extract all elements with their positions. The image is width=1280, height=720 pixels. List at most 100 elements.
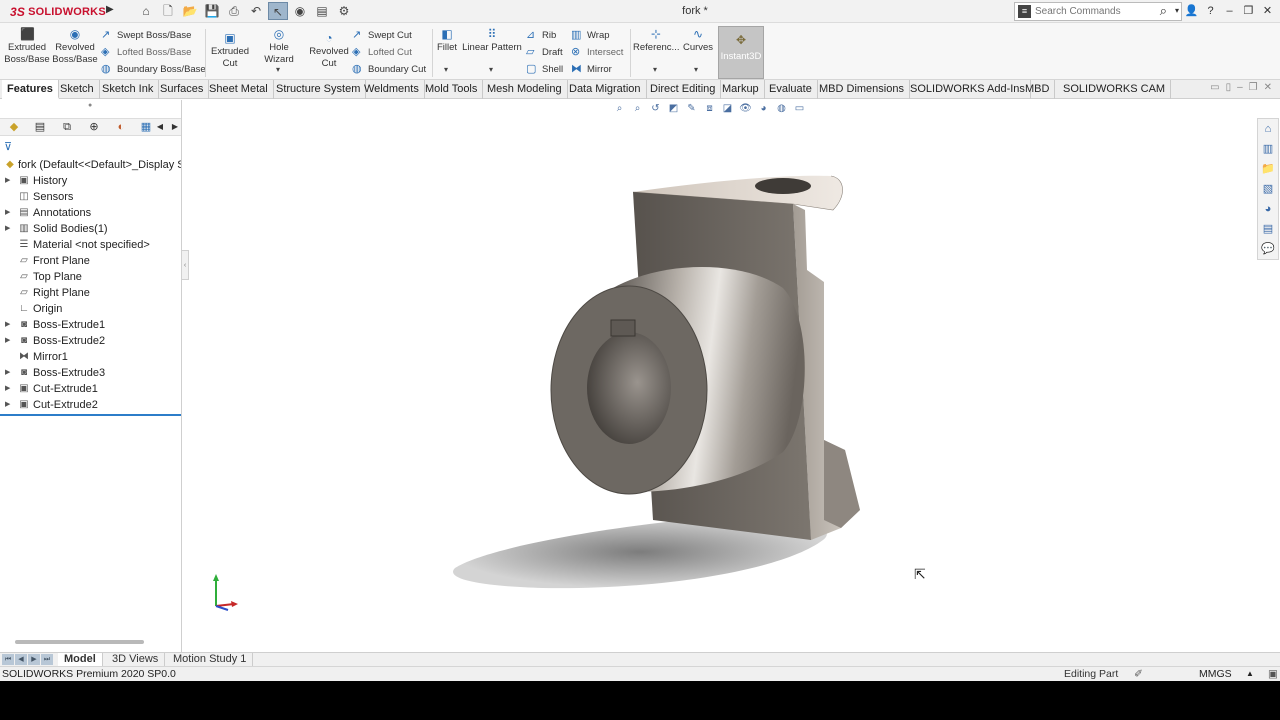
boundary-boss-button[interactable]: ◍ Boundary Boss/Base <box>101 61 206 78</box>
tree-item-front-plane[interactable]: ▱ Front Plane <box>0 253 181 269</box>
linear-pattern-button[interactable]: ⠿ Linear Pattern <box>462 27 522 54</box>
search-commands[interactable]: ≡ ⌕ ▾ <box>1014 2 1182 21</box>
mirror-button[interactable]: ⧓ Mirror <box>571 61 612 78</box>
instant3d-button[interactable]: ✥ Instant3D <box>718 26 764 79</box>
tab-sketch[interactable]: Sketch <box>55 80 100 99</box>
rollback-bar[interactable] <box>0 414 181 416</box>
tab-sketch-ink[interactable]: Sketch Ink <box>97 80 160 99</box>
rib-button[interactable]: ⊿ Rib <box>526 27 556 44</box>
appearances-icon[interactable]: ◕ <box>1258 199 1278 219</box>
view-palette-icon[interactable]: ▧ <box>1258 179 1278 199</box>
help-icon[interactable]: ? <box>1202 2 1219 20</box>
swept-cut-button[interactable]: ↗ Swept Cut <box>352 27 412 44</box>
tree-root-part[interactable]: ◆ fork (Default<<Default>_Display Sta <box>0 157 181 173</box>
rebuild-status-icon[interactable]: ✐ <box>1134 667 1143 681</box>
extruded-boss-button[interactable]: ⬛ Extruded Boss/Base <box>4 27 50 66</box>
expand-arrow-icon[interactable]: ▶ <box>5 365 10 381</box>
prev-tab-icon[interactable]: ◀ <box>15 654 27 665</box>
revolved-cut-button[interactable]: ◔ Revolved Cut <box>308 31 350 70</box>
edit-appearance-icon[interactable]: ◕ <box>755 101 772 116</box>
tree-item-right-plane[interactable]: ▱ Right Plane <box>0 285 181 301</box>
expand-arrow-icon[interactable]: ▶ <box>5 221 10 237</box>
restore-icon[interactable]: ❐ <box>1249 82 1258 93</box>
minimize-icon[interactable]: – <box>1221 2 1238 20</box>
tree-item-sensors[interactable]: ◫ Sensors <box>0 189 181 205</box>
hide-show-items-icon[interactable]: 👁 <box>737 101 754 116</box>
view-orientation-icon[interactable]: ⧈ <box>701 101 718 116</box>
configuration-manager-tab-icon[interactable]: ⧉ <box>58 119 76 135</box>
split-icon[interactable]: ▯ <box>1226 82 1232 93</box>
tree-item-cut-extrude1[interactable]: ▶ ▣ Cut-Extrude1 <box>0 381 181 397</box>
units-dropdown-icon[interactable]: ▲ <box>1246 667 1254 681</box>
display-style-icon[interactable]: ◪ <box>719 101 736 116</box>
tab-scroll-right-icon[interactable]: ▶ <box>166 119 184 135</box>
expand-arrow-icon[interactable]: ▶ <box>5 317 10 333</box>
search-source-icon[interactable]: ≡ <box>1018 5 1031 18</box>
reference-dropdown-icon[interactable]: ▾ <box>653 65 657 74</box>
bottom-tab-model[interactable]: Model <box>58 653 103 666</box>
hole-wizard-button[interactable]: ◎ Hole Wizard <box>254 27 304 66</box>
boundary-cut-button[interactable]: ◍ Boundary Cut <box>352 61 426 78</box>
bottom-tab-motion-study-1[interactable]: Motion Study 1 <box>167 653 254 666</box>
tree-item-history[interactable]: ▶ ▣ History <box>0 173 181 189</box>
dynamic-annotation-icon[interactable]: ✎ <box>683 101 700 116</box>
wrap-button[interactable]: ▥ Wrap <box>571 27 610 44</box>
revolved-boss-button[interactable]: ◉ Revolved Boss/Base <box>52 27 98 66</box>
zoom-to-fit-icon[interactable]: ⌕ <box>611 101 628 116</box>
tab-structure-system[interactable]: Structure System <box>271 80 367 99</box>
close-icon[interactable]: ✕ <box>1259 2 1276 20</box>
reference-geometry-button[interactable]: ⊹ Referenc... <box>633 27 679 54</box>
next-tab-icon[interactable]: ▶ <box>28 654 40 665</box>
tab-markup[interactable]: Markup <box>717 80 765 99</box>
dimxpert-manager-tab-icon[interactable]: ⊕ <box>85 119 103 135</box>
lofted-boss-button[interactable]: ◈ Lofted Boss/Base <box>101 44 191 61</box>
search-input[interactable] <box>1035 4 1155 19</box>
section-view-icon[interactable]: ◩ <box>665 101 682 116</box>
expand-arrow-icon[interactable]: ▶ <box>5 333 10 349</box>
tree-item-cut-extrude2[interactable]: ▶ ▣ Cut-Extrude2 <box>0 397 181 413</box>
draft-button[interactable]: ▱ Draft <box>526 44 563 61</box>
restore-icon[interactable]: ❐ <box>1240 2 1257 20</box>
linear-pattern-dropdown-icon[interactable]: ▾ <box>489 65 493 74</box>
horizontal-scrollbar[interactable] <box>15 640 144 644</box>
apply-scene-icon[interactable]: ◍ <box>773 101 790 116</box>
tree-item-origin[interactable]: ∟ Origin <box>0 301 181 317</box>
panel-collapse-handle[interactable]: ● <box>88 102 92 109</box>
tree-item-mirror1[interactable]: ⧓ Mirror1 <box>0 349 181 365</box>
fillet-button[interactable]: ◧ Fillet <box>435 27 459 54</box>
tree-item-boss-extrude1[interactable]: ▶ ◙ Boss-Extrude1 <box>0 317 181 333</box>
tree-item-solid-bodies-1[interactable]: ▶ ▥ Solid Bodies(1) <box>0 221 181 237</box>
search-icon[interactable]: ⌕ <box>1160 3 1167 19</box>
close-icon[interactable]: ✕ <box>1264 82 1272 93</box>
first-tab-icon[interactable]: ⏮ <box>2 654 14 665</box>
tile-icon[interactable]: ▭ <box>1210 82 1219 93</box>
tab-solidworks-add-ins[interactable]: SOLIDWORKS Add-Ins <box>905 80 1031 99</box>
minimize-icon[interactable]: – <box>1237 82 1243 93</box>
custom-properties-icon[interactable]: ▤ <box>1258 219 1278 239</box>
zoom-to-area-icon[interactable]: ⌕ <box>629 101 646 116</box>
tab-features[interactable]: Features <box>2 80 59 99</box>
tree-item-top-plane[interactable]: ▱ Top Plane <box>0 269 181 285</box>
curves-dropdown-icon[interactable]: ▾ <box>694 65 698 74</box>
expand-arrow-icon[interactable]: ▶ <box>5 381 10 397</box>
swept-boss-button[interactable]: ↗ Swept Boss/Base <box>101 27 191 44</box>
previous-view-icon[interactable]: ↺ <box>647 101 664 116</box>
part-model[interactable] <box>183 100 1257 652</box>
tab-sheet-metal[interactable]: Sheet Metal <box>204 80 274 99</box>
user-icon[interactable]: 👤 <box>1183 2 1200 20</box>
design-library-icon[interactable]: ▥ <box>1258 139 1278 159</box>
filter-icon[interactable]: ⊽ <box>4 140 12 153</box>
tab-solidworks-cam[interactable]: SOLIDWORKS CAM <box>1058 80 1172 99</box>
intersect-button[interactable]: ⊗ Intersect <box>571 44 623 61</box>
graphics-area[interactable] <box>183 100 1257 652</box>
unit-system[interactable]: MMGS <box>1199 667 1232 681</box>
tab-weldments[interactable]: Weldments <box>359 80 425 99</box>
last-tab-icon[interactable]: ⏭ <box>41 654 53 665</box>
shell-button[interactable]: ▢ Shell <box>526 61 563 78</box>
expand-arrow-icon[interactable]: ▶ <box>5 173 10 189</box>
expand-arrow-icon[interactable]: ▶ <box>5 397 10 413</box>
property-manager-tab-icon[interactable]: ▤ <box>31 119 49 135</box>
extruded-cut-button[interactable]: ▣ Extruded Cut <box>208 31 252 70</box>
tab-mbd-dimensions[interactable]: MBD Dimensions <box>814 80 910 99</box>
solidworks-forum-icon[interactable]: 💬 <box>1258 239 1278 259</box>
